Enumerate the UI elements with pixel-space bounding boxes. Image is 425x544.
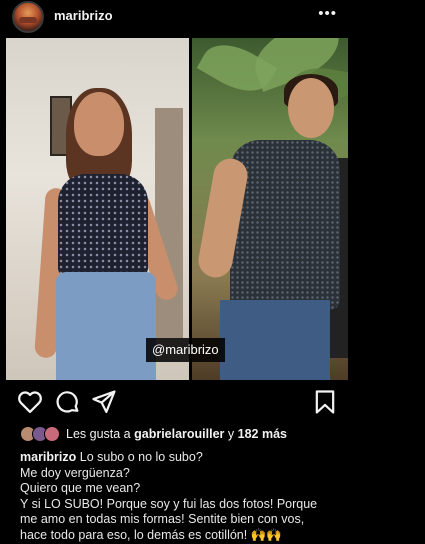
liker-username[interactable]: gabrielarouiller bbox=[134, 427, 224, 441]
share-icon[interactable] bbox=[90, 388, 118, 416]
caption-line: Y si LO SUBO! Porque soy y fui las dos f… bbox=[20, 496, 318, 511]
save-icon[interactable] bbox=[311, 388, 339, 416]
likes-summary[interactable]: Les gusta a gabrielarouiller y 182 más bbox=[20, 426, 400, 442]
caption-line: me amo en todas mis formas! Sentite bien… bbox=[20, 512, 305, 526]
caption-line: hace todo para eso, lo demás es cotillón… bbox=[20, 527, 282, 542]
likes-text: Les gusta a gabrielarouiller y 182 más bbox=[66, 427, 287, 441]
post-username[interactable]: maribrizo bbox=[54, 8, 113, 23]
post-header: maribrizo ••• bbox=[0, 0, 425, 34]
comment-icon[interactable] bbox=[54, 388, 82, 416]
caption-line: Lo subo o no lo subo? bbox=[79, 450, 203, 464]
caption-line: Me doy vergüenza? bbox=[20, 465, 130, 480]
more-options-icon[interactable]: ••• bbox=[318, 5, 337, 22]
post-caption: maribrizo Lo subo o no lo subo? Me doy v… bbox=[20, 450, 420, 543]
action-bar bbox=[0, 388, 425, 418]
avatar[interactable] bbox=[12, 1, 44, 33]
after-photo bbox=[192, 38, 348, 380]
heart-icon[interactable] bbox=[16, 388, 44, 416]
before-photo bbox=[6, 38, 189, 380]
liker-avatars bbox=[20, 426, 66, 442]
user-tag[interactable]: @maribrizo bbox=[146, 338, 225, 362]
post-image[interactable]: @maribrizo bbox=[6, 38, 348, 380]
caption-line: Quiero que me vean? bbox=[20, 481, 141, 495]
likes-count[interactable]: 182 más bbox=[238, 427, 287, 441]
caption-username[interactable]: maribrizo bbox=[20, 450, 76, 464]
